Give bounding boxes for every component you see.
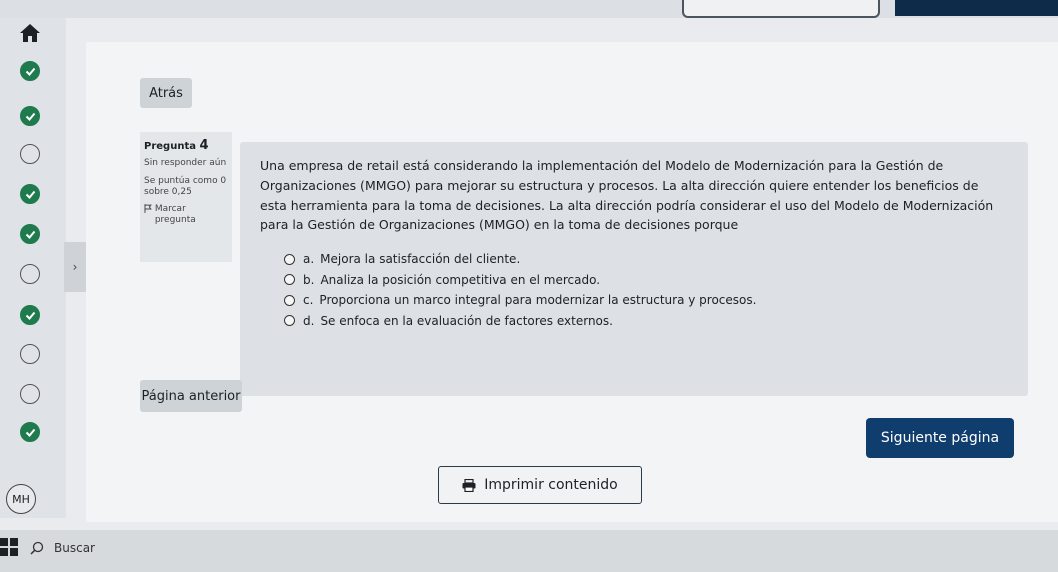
- nav-question-9[interactable]: [20, 384, 40, 404]
- answer-text: Se enfoca en la evaluación de factores e…: [320, 313, 613, 328]
- question-number-label: Pregunta: [144, 141, 196, 152]
- answer-option-c[interactable]: c. Proporciona un marco integral para mo…: [284, 290, 1008, 310]
- check-icon: [25, 230, 36, 239]
- back-button[interactable]: Atrás: [140, 78, 192, 108]
- question-grade: Se puntúa como 0 sobre 0,25: [144, 176, 227, 198]
- header-field[interactable]: [682, 0, 880, 18]
- check-icon: [25, 311, 36, 320]
- nav-question-4[interactable]: [20, 184, 40, 204]
- answer-letter: a.: [303, 252, 315, 266]
- check-icon: [25, 112, 36, 121]
- check-icon: [25, 428, 36, 437]
- windows-start-icon[interactable]: [0, 538, 18, 556]
- previous-page-button[interactable]: Página anterior: [140, 380, 242, 412]
- answer-option-b[interactable]: b. Analiza la posición competitiva en el…: [284, 270, 1008, 290]
- answer-text: Mejora la satisfacción del cliente.: [320, 252, 521, 266]
- header-button[interactable]: [895, 0, 1058, 16]
- print-button[interactable]: Imprimir contenido: [438, 466, 642, 504]
- radio-button[interactable]: [284, 274, 295, 285]
- answer-options: a. Mejora la satisfacción del cliente. b…: [284, 249, 1008, 331]
- check-icon: [25, 190, 36, 199]
- avatar[interactable]: MH: [6, 484, 36, 514]
- home-icon: [20, 24, 40, 42]
- search-icon: [30, 541, 44, 555]
- nav-question-10[interactable]: [20, 422, 40, 442]
- flag-icon: [144, 204, 152, 213]
- print-button-label: Imprimir contenido: [484, 477, 618, 493]
- check-icon: [25, 67, 36, 76]
- nav-question-6[interactable]: [20, 264, 40, 284]
- answer-option-d[interactable]: d. Se enfoca en la evaluación de factore…: [284, 311, 1008, 331]
- question-state: Sin responder aún: [144, 157, 227, 168]
- chevron-right-icon: ›: [72, 260, 78, 274]
- answer-text: Proporciona un marco integral para moder…: [319, 293, 757, 307]
- nav-question-2[interactable]: [20, 106, 40, 126]
- flag-question-label: Marcar pregunta: [154, 203, 196, 225]
- question-number-value: 4: [199, 138, 209, 153]
- home-button[interactable]: [10, 18, 50, 48]
- taskbar-search-label: Buscar: [54, 541, 95, 555]
- answer-text: Analiza la posición competitiva en el me…: [320, 272, 601, 287]
- question-text: Una empresa de retail está considerando …: [260, 158, 994, 233]
- answer-letter: d.: [303, 313, 315, 328]
- radio-button[interactable]: [284, 294, 295, 306]
- nav-question-5[interactable]: [20, 224, 40, 244]
- taskbar-search[interactable]: Buscar: [30, 534, 95, 562]
- taskbar: Buscar: [0, 530, 1058, 572]
- question-number: Pregunta 4: [144, 138, 228, 154]
- answer-letter: c.: [303, 293, 314, 307]
- next-page-button[interactable]: Siguiente página: [866, 418, 1014, 458]
- question-panel: Una empresa de retail está considerando …: [240, 142, 1028, 396]
- nav-question-8[interactable]: [20, 344, 40, 364]
- nav-question-1[interactable]: [20, 61, 40, 81]
- radio-button[interactable]: [284, 315, 295, 326]
- top-bar: [0, 0, 1058, 18]
- printer-icon: [462, 478, 476, 492]
- answer-option-a[interactable]: a. Mejora la satisfacción del cliente.: [284, 249, 1008, 269]
- question-info: Pregunta 4 Sin responder aún Se puntúa c…: [140, 132, 232, 262]
- drawer-toggle-button[interactable]: ›: [64, 242, 86, 292]
- flag-question-link[interactable]: Marcar pregunta: [144, 204, 228, 226]
- question-navigation: MH: [0, 18, 66, 518]
- nav-question-7[interactable]: [20, 305, 40, 325]
- nav-question-3[interactable]: [20, 144, 40, 164]
- answer-letter: b.: [303, 272, 315, 287]
- radio-button[interactable]: [284, 253, 295, 265]
